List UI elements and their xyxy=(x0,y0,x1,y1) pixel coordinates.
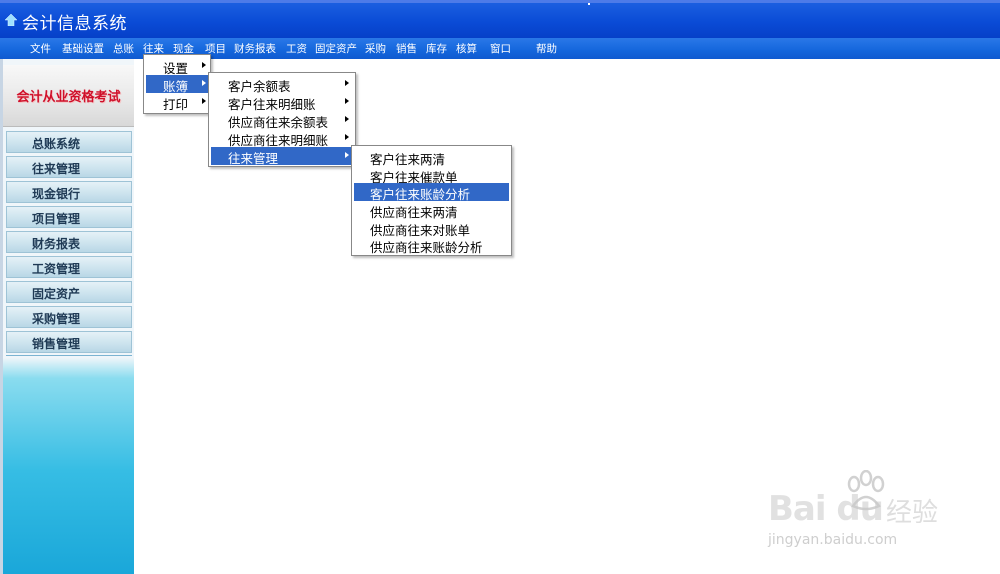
menu-item-customer-balance[interactable]: 客户余额表 xyxy=(211,75,353,94)
menu-item-print[interactable]: 打印 xyxy=(146,93,208,112)
submenu-arrow-icon xyxy=(202,80,206,86)
watermark-url: jingyan.baidu.com xyxy=(768,532,898,548)
menu-item-label: 往来管理 xyxy=(228,151,279,166)
sidebar-item-financial-reports[interactable]: 财务报表 xyxy=(6,231,132,253)
app-window: 会计信息系统 文件 基础设置 总账 往来 现金 项目 财务报表 工资 固定资产 … xyxy=(0,0,1000,574)
menu-item-supplier-aging[interactable]: 供应商往来账龄分析 xyxy=(354,236,509,255)
sidebar-item-label: 项目管理 xyxy=(32,212,81,226)
logo-banner: 会计从业资格考试 xyxy=(3,65,134,127)
sidebar-item-sales[interactable]: 销售管理 xyxy=(6,331,132,353)
dropdown-accounts-management-menu: 客户往来两清 客户往来催款单 客户往来账龄分析 供应商往来两清 供应商往来对账单… xyxy=(351,145,512,256)
menu-item-supplier-clearing[interactable]: 供应商往来两清 xyxy=(354,201,509,220)
menu-window[interactable]: 窗口 xyxy=(490,41,511,56)
sidebar-item-label: 销售管理 xyxy=(32,337,81,351)
window-title: 会计信息系统 xyxy=(22,14,127,34)
menu-item-customer-dunning[interactable]: 客户往来催款单 xyxy=(354,166,509,185)
sidebar-item-label: 总账系统 xyxy=(32,137,81,151)
sidebar-edge xyxy=(0,59,3,574)
menu-item-supplier-balance[interactable]: 供应商往来余额表 xyxy=(211,111,353,130)
sidebar-item-accounts[interactable]: 往来管理 xyxy=(6,156,132,178)
menu-file[interactable]: 文件 xyxy=(30,41,51,56)
title-bar-dot xyxy=(588,3,590,5)
sidebar-item-payroll[interactable]: 工资管理 xyxy=(6,256,132,278)
sidebar-item-label: 现金银行 xyxy=(32,187,81,201)
menu-sales[interactable]: 销售 xyxy=(396,41,417,56)
watermark-brand: Bai du xyxy=(768,489,884,529)
sidebar-divider xyxy=(6,355,132,356)
menu-item-settings[interactable]: 设置 xyxy=(146,57,208,76)
menu-general-ledger[interactable]: 总账 xyxy=(113,41,134,56)
menu-help[interactable]: 帮助 xyxy=(536,41,557,56)
menu-item-label: 供应商往来账龄分析 xyxy=(370,240,483,255)
submenu-arrow-icon xyxy=(202,98,206,104)
menu-item-label: 打印 xyxy=(163,97,189,112)
menu-item-customer-detail[interactable]: 客户往来明细账 xyxy=(211,93,353,112)
title-bar: 会计信息系统 xyxy=(0,0,1000,38)
sidebar-item-projects[interactable]: 项目管理 xyxy=(6,206,132,228)
app-icon xyxy=(5,14,17,26)
baidu-watermark: Bai du 经验 jingyan.baidu.com xyxy=(768,470,958,560)
submenu-arrow-icon xyxy=(345,80,349,86)
submenu-arrow-icon xyxy=(345,98,349,104)
menu-item-customer-aging[interactable]: 客户往来账龄分析 xyxy=(354,183,509,202)
dropdown-ledgers-menu: 客户余额表 客户往来明细账 供应商往来余额表 供应商往来明细账 往来管理 xyxy=(208,72,356,167)
menu-item-customer-clearing[interactable]: 客户往来两清 xyxy=(354,148,509,167)
menu-financial-reports[interactable]: 财务报表 xyxy=(234,41,276,56)
watermark-brand-cn: 经验 xyxy=(886,498,939,528)
menu-item-accounts-management[interactable]: 往来管理 xyxy=(211,147,353,166)
submenu-arrow-icon xyxy=(345,134,349,140)
menu-basic-settings[interactable]: 基础设置 xyxy=(62,41,104,56)
sidebar-item-label: 往来管理 xyxy=(32,162,81,176)
submenu-arrow-icon xyxy=(202,62,206,68)
sidebar-item-cash-bank[interactable]: 现金银行 xyxy=(6,181,132,203)
menu-costing[interactable]: 核算 xyxy=(456,41,477,56)
sidebar-item-label: 工资管理 xyxy=(32,262,81,276)
menu-item-supplier-detail[interactable]: 供应商往来明细账 xyxy=(211,129,353,148)
menu-item-ledgers[interactable]: 账簿 xyxy=(146,75,208,94)
menu-fixed-assets[interactable]: 固定资产 xyxy=(315,41,357,56)
menu-item-supplier-statement[interactable]: 供应商往来对账单 xyxy=(354,219,509,238)
menu-inventory[interactable]: 库存 xyxy=(426,41,447,56)
submenu-arrow-icon xyxy=(345,152,349,158)
logo-text: 会计从业资格考试 xyxy=(16,90,121,105)
dropdown-accounts-menu: 设置 账簿 打印 xyxy=(143,54,211,114)
sidebar-item-label: 财务报表 xyxy=(32,237,81,251)
sidebar-item-label: 采购管理 xyxy=(32,312,81,326)
submenu-arrow-icon xyxy=(345,116,349,122)
sidebar-item-purchase[interactable]: 采购管理 xyxy=(6,306,132,328)
sidebar: 会计从业资格考试 总账系统 往来管理 现金银行 项目管理 财务报表 工资管理 固… xyxy=(0,59,134,574)
sidebar-item-fixed-assets[interactable]: 固定资产 xyxy=(6,281,132,303)
menu-purchase[interactable]: 采购 xyxy=(365,41,386,56)
sidebar-item-label: 固定资产 xyxy=(32,287,81,301)
sidebar-item-general-ledger[interactable]: 总账系统 xyxy=(6,131,132,153)
menu-payroll[interactable]: 工资 xyxy=(286,41,307,56)
